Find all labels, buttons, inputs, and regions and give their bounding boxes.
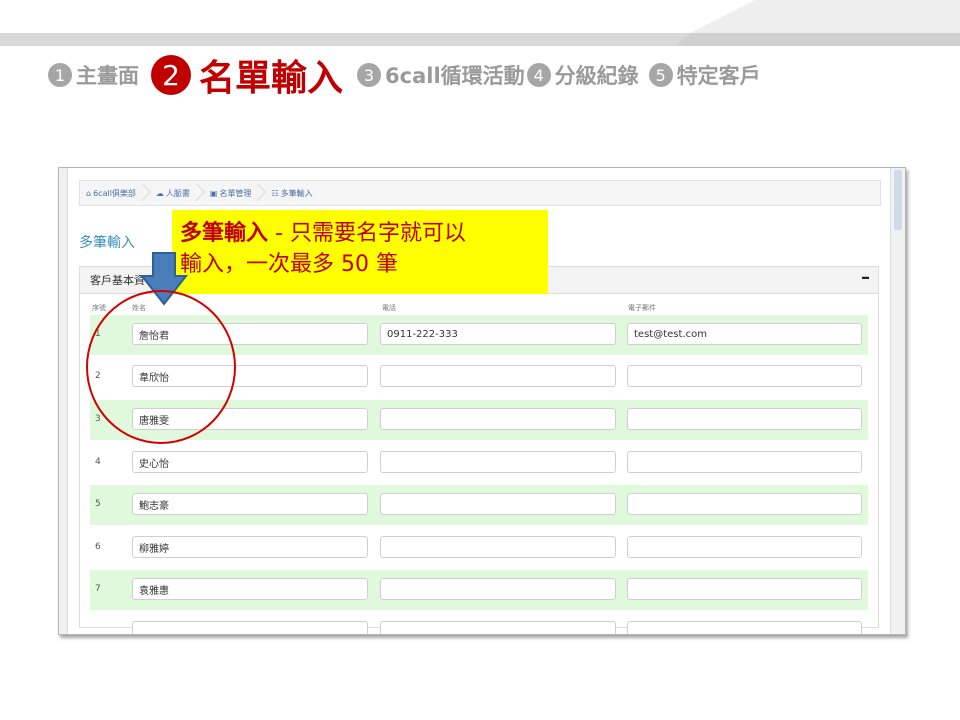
row-number: 5 (95, 499, 101, 509)
step-3: 3 6call循環活動 (357, 60, 525, 90)
breadcrumb-label: 名單管理 (219, 188, 252, 198)
breadcrumb-contacts[interactable]: ☁ 人脈書 (150, 181, 204, 205)
header-no: 序號 (92, 304, 106, 312)
email-input[interactable] (627, 323, 862, 345)
cloud-icon: ☁ (155, 188, 164, 198)
annotation-callout: 多筆輸入 - 只需要名字就可以 輸入，一次最多 50 筆 (172, 210, 548, 294)
row-number: 3 (95, 414, 101, 424)
email-input[interactable] (627, 451, 862, 473)
name-input[interactable] (132, 451, 368, 473)
email-input[interactable] (627, 493, 862, 515)
table-row-partial (90, 613, 868, 634)
step-label: 特定客戶 (676, 64, 761, 88)
calendar-icon: ▣ (209, 188, 218, 198)
table-row: 5 (90, 485, 868, 525)
list-icon: ☷ (271, 188, 279, 198)
breadcrumb-label: 人脈書 (165, 188, 190, 198)
phone-input[interactable] (380, 323, 616, 345)
breadcrumb-home[interactable]: ⌂ 6call俱樂部 (80, 181, 150, 205)
callout-line-1: 多筆輸入 - 只需要名字就可以 (180, 218, 540, 249)
breadcrumb: ⌂ 6call俱樂部 ☁ 人脈書 ▣ 名單管理 ☷ 多筆輸入 (79, 180, 881, 206)
step-number: 1 (48, 63, 72, 87)
name-input[interactable] (132, 578, 368, 600)
breadcrumb-label: 多筆輸入 (280, 188, 313, 198)
table-row: 6 (90, 528, 868, 568)
top-wedge (676, 0, 960, 46)
callout-line-2: 輸入，一次最多 50 筆 (180, 252, 398, 277)
phone-input[interactable] (380, 493, 616, 515)
phone-input[interactable] (380, 451, 616, 473)
left-frame (59, 168, 68, 634)
table-row: 7 (90, 570, 868, 610)
phone-input[interactable] (380, 578, 616, 600)
step-number: 5 (648, 63, 673, 87)
step-number: 4 (526, 63, 551, 87)
breadcrumb-multi-input[interactable]: ☷ 多筆輸入 (265, 181, 326, 205)
email-input[interactable] (627, 365, 862, 387)
row-number: 6 (95, 542, 101, 552)
step-label: 主畫面 (76, 64, 139, 88)
name-input[interactable] (132, 536, 368, 558)
email-input[interactable] (627, 578, 862, 600)
table-row: 4 (90, 443, 868, 483)
step-navigation: 1 主畫面 2 名單輸入 3 6call循環活動 4 分級紀錄 5 特定客戶 (48, 50, 761, 100)
step-4: 4 分級紀錄 (526, 60, 639, 90)
step-1: 1 主畫面 (48, 60, 139, 90)
email-input[interactable] (627, 408, 862, 430)
name-input[interactable] (132, 621, 368, 634)
scrollbar-thumb[interactable] (894, 170, 902, 230)
highlight-circle (86, 290, 236, 444)
scrollbar[interactable] (890, 168, 905, 634)
step-number: 2 (151, 55, 191, 95)
email-input[interactable] (627, 621, 862, 634)
phone-input[interactable] (380, 365, 616, 387)
step-label: 分級紀錄 (554, 64, 639, 88)
step-label: 6call循環活動 (385, 64, 525, 88)
callout-strong: 多筆輸入 (180, 221, 269, 246)
step-5: 5 特定客戶 (648, 60, 761, 90)
step-2-active: 2 名單輸入 (151, 49, 343, 101)
step-number: 3 (357, 63, 382, 87)
header-email: 電子郵件 (628, 304, 656, 312)
panel-title: 客戶基本資 (90, 274, 145, 287)
page-title: 多筆輸入 (79, 235, 135, 251)
phone-input[interactable] (380, 536, 616, 558)
name-input[interactable] (132, 493, 368, 515)
breadcrumb-label: 6call俱樂部 (93, 188, 136, 198)
row-number: 4 (95, 457, 101, 467)
collapse-button[interactable]: – (861, 267, 870, 288)
phone-input[interactable] (380, 408, 616, 430)
row-number: 7 (95, 584, 101, 594)
phone-input[interactable] (380, 621, 616, 634)
home-icon: ⌂ (86, 188, 92, 198)
breadcrumb-list-manage[interactable]: ▣ 名單管理 (204, 181, 266, 205)
callout-rest: - 只需要名字就可以 (268, 221, 466, 246)
step-label: 名單輸入 (199, 58, 344, 99)
header-phone: 電話 (382, 304, 396, 312)
email-input[interactable] (627, 536, 862, 558)
